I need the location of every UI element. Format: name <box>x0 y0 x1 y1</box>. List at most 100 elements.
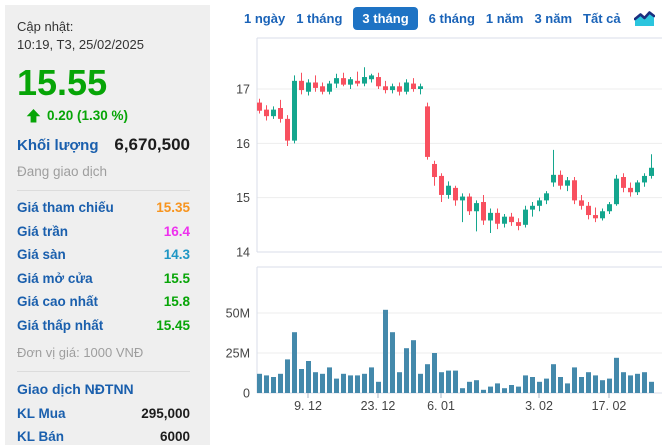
candle-body <box>481 202 486 221</box>
candle-body <box>418 86 423 89</box>
volume-bar <box>348 375 353 393</box>
candle-body <box>299 80 304 91</box>
price-axis-label: 17 <box>236 83 250 97</box>
stock-quote-page: { "left_panel": { "updated_label": "Cập … <box>0 0 670 445</box>
foreign-trading-header: Giao dịch NĐTNN <box>17 380 134 397</box>
candle-body <box>327 83 332 92</box>
trading-status: Đang giao dịch <box>17 164 108 180</box>
price-axis-label: 16 <box>236 137 250 151</box>
candle-body <box>376 77 381 87</box>
stat-row-open: Giá mở cửa 15.5 <box>17 271 190 286</box>
chart-pane: 1 ngày 1 tháng 3 tháng 6 tháng 1 năm 3 n… <box>210 0 670 445</box>
volume-bar <box>320 373 325 393</box>
candle-body <box>635 182 640 193</box>
candle-body <box>565 180 570 186</box>
tab-1-nam[interactable]: 1 năm <box>486 7 524 30</box>
candle-body <box>369 75 374 80</box>
volume-bar <box>565 383 570 393</box>
tab-1-thang[interactable]: 1 tháng <box>296 7 342 30</box>
volume-bar <box>397 372 402 393</box>
volume-bar <box>600 380 605 393</box>
chart-style-icon[interactable] <box>633 10 655 27</box>
candle-body <box>544 193 549 201</box>
stat-label: Giá trần <box>17 223 69 239</box>
stat-value: 15.45 <box>156 317 190 333</box>
volume-bar <box>649 381 654 393</box>
quote-panel: Cập nhật: 10:19, T3, 25/02/2025 15.55 0.… <box>5 5 210 445</box>
volume-bar <box>516 386 521 393</box>
stat-label: Giá sàn <box>17 247 66 263</box>
candle-body <box>586 205 591 216</box>
stat-row-low: Giá thấp nhất 15.45 <box>17 318 190 333</box>
stat-label: Giá tham chiếu <box>17 200 114 216</box>
volume-bar <box>404 348 409 393</box>
volume-bar <box>362 373 367 393</box>
volume-bar <box>488 386 493 393</box>
foreign-buy-label: KL Mua <box>17 405 66 421</box>
volume-bar <box>299 369 304 393</box>
candle-body <box>649 167 654 176</box>
volume-axis-label: 0 <box>243 387 250 401</box>
foreign-buy-value: 295,000 <box>141 405 190 421</box>
volume-bar <box>607 378 612 393</box>
volume-bar <box>327 367 332 393</box>
divider <box>17 190 190 192</box>
tab-3-thang[interactable]: 3 tháng <box>353 7 418 30</box>
candle-body <box>292 80 297 141</box>
candle-body <box>495 212 500 224</box>
tab-6-thang[interactable]: 6 tháng <box>429 7 475 30</box>
candle-body <box>271 109 276 117</box>
volume-row: Khối lượng 6,670,500 <box>17 135 190 155</box>
candle-body <box>306 82 311 92</box>
stat-row-high: Giá cao nhất 15.8 <box>17 294 190 309</box>
candle-body <box>285 118 290 141</box>
stat-row-reference: Giá tham chiếu 15.35 <box>17 200 190 215</box>
volume-bar <box>593 375 598 393</box>
foreign-sell-value: 6000 <box>159 429 190 445</box>
volume-bar <box>341 373 346 393</box>
volume-value: 6,670,500 <box>114 135 190 155</box>
candle-body <box>390 86 395 91</box>
volume-bar <box>642 372 647 393</box>
candle-body <box>432 163 437 178</box>
volume-bar <box>257 373 262 393</box>
volume-bar <box>635 373 640 393</box>
volume-bar <box>432 353 437 393</box>
candle-body <box>558 174 563 186</box>
volume-bar <box>278 373 283 393</box>
price-change-value: 0.20 (1.30 %) <box>47 108 129 124</box>
candle-body <box>523 209 528 225</box>
tab-1-ngay[interactable]: 1 ngày <box>244 7 285 30</box>
volume-bar <box>572 367 577 393</box>
price-unit-note: Đơn vị giá: 1000 VNĐ <box>17 344 144 360</box>
stat-value: 15.5 <box>163 270 190 286</box>
stat-label: Giá thấp nhất <box>17 317 104 333</box>
price-volume-chart[interactable]: 17 16 15 14 50M 25M 0 9. 12 23. 12 6. 01 3. 02 17. … <box>210 0 670 445</box>
price-change-row: 0.20 (1.30 %) <box>26 108 190 123</box>
candle-body <box>278 108 283 119</box>
candle-body <box>411 83 416 89</box>
volume-bar <box>334 378 339 393</box>
volume-bar <box>425 364 430 393</box>
candle-body <box>383 86 388 91</box>
candle-body <box>551 174 556 183</box>
tab-tat-ca[interactable]: Tất cả <box>583 7 621 30</box>
volume-bar <box>495 383 500 393</box>
stat-value: 15.35 <box>156 200 190 216</box>
volume-bar <box>551 364 556 393</box>
price-axis-label: 14 <box>236 245 250 259</box>
volume-bar <box>544 378 549 393</box>
volume-bar <box>530 377 535 393</box>
volume-bar <box>306 361 311 393</box>
candle-body <box>509 216 514 223</box>
tab-3-nam[interactable]: 3 năm <box>534 7 572 30</box>
candle-body <box>439 175 444 195</box>
candle-body <box>460 196 465 201</box>
stat-value: 14.3 <box>163 247 190 263</box>
timeframe-tabs: 1 ngày 1 tháng 3 tháng 6 tháng 1 năm 3 n… <box>244 7 655 30</box>
x-axis-label: 3. 02 <box>525 399 553 413</box>
volume-bar <box>467 381 472 393</box>
candle-body <box>621 177 626 188</box>
candle-body <box>642 175 647 183</box>
candle-body <box>341 78 346 85</box>
